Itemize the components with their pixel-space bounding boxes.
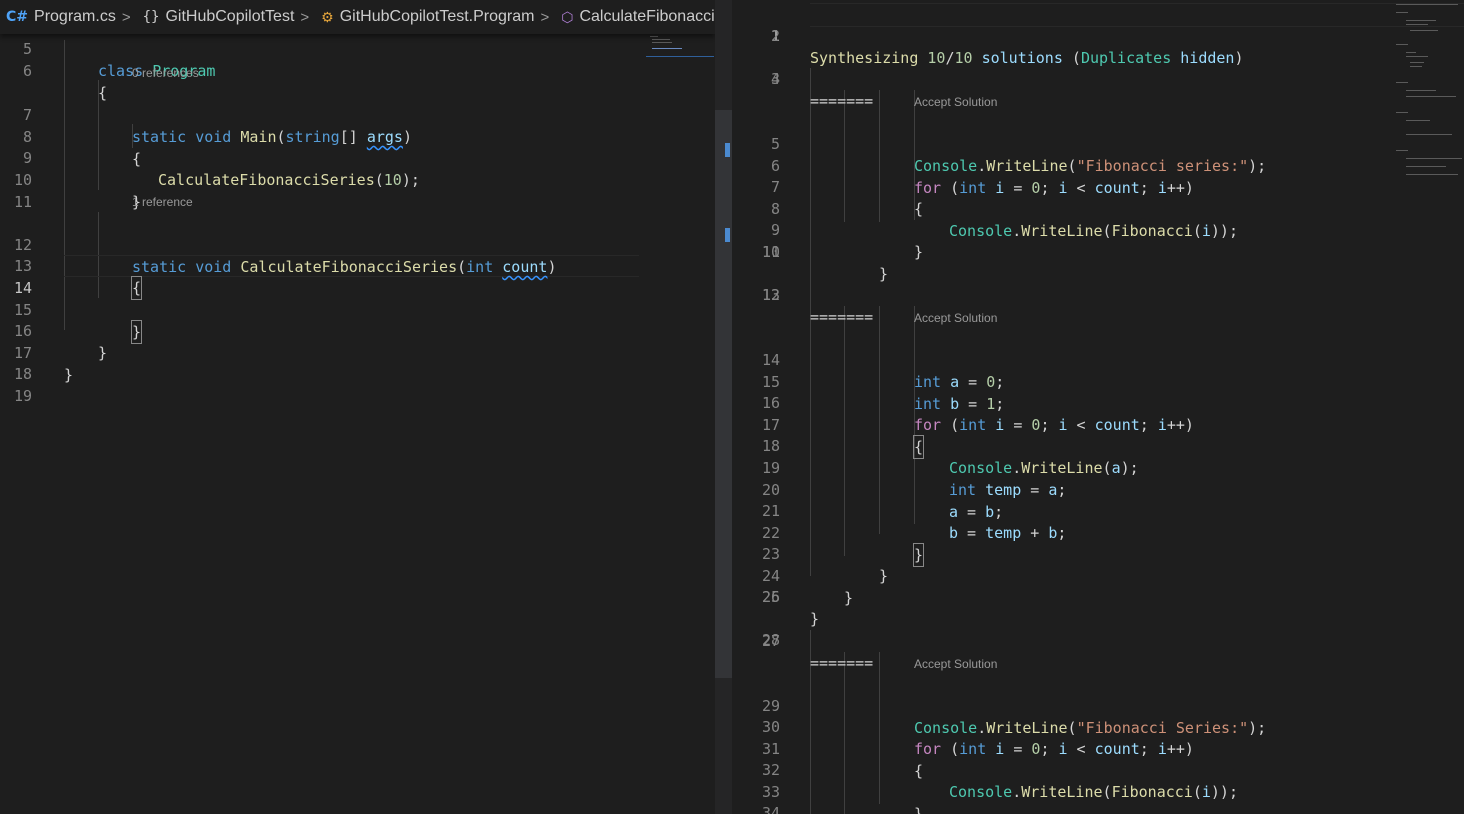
vertical-scrollbar[interactable] bbox=[715, 0, 732, 814]
line-number: 4 bbox=[770, 70, 780, 88]
minimap[interactable] bbox=[1392, 0, 1464, 190]
code-line[interactable]: 7 static void Main(string[] args) bbox=[0, 82, 715, 146]
solution-separator: ======= bbox=[810, 308, 874, 326]
line-number: 2 bbox=[770, 27, 780, 45]
copilot-solutions-panel[interactable]: 1 Synthesizing 10/10 solutions (Duplicat… bbox=[732, 0, 1464, 814]
line-number: 28 bbox=[761, 631, 780, 649]
chevron-right-icon: > bbox=[300, 8, 310, 26]
code-line: 1 Synthesizing 10/10 solutions (Duplicat… bbox=[732, 3, 1464, 67]
breadcrumb-namespace[interactable]: {} GitHubCopilotTest bbox=[137, 8, 295, 26]
code-line[interactable]: 13 { bbox=[0, 233, 715, 300]
code-line[interactable]: 17 } bbox=[0, 320, 715, 384]
line-number: 6 bbox=[22, 62, 32, 80]
code-line[interactable]: 12 static void CalculateFibonacciSeries(… bbox=[0, 212, 715, 276]
left-editor[interactable]: 5 class Program 6 { 0 references 7 stati… bbox=[0, 0, 715, 814]
namespace-braces-icon: {} bbox=[142, 9, 160, 25]
code-line[interactable]: 16 } bbox=[0, 298, 715, 362]
line-number: 11 bbox=[761, 243, 780, 261]
code-line[interactable]: 11 bbox=[0, 169, 715, 211]
class-icon: ⚙ bbox=[321, 8, 334, 25]
codelens-references[interactable]: 0 references bbox=[132, 65, 199, 81]
scrollbar-thumb[interactable] bbox=[715, 110, 732, 678]
accept-solution-link[interactable]: Accept Solution bbox=[914, 94, 997, 110]
code-line[interactable]: 10 } bbox=[0, 147, 715, 211]
code-line[interactable]: 19 bbox=[0, 363, 715, 405]
breadcrumb: C# Program.cs > {} GitHubCopilotTest > ⚙… bbox=[0, 0, 715, 34]
code-line[interactable]: 9 CalculateFibonacciSeries(10); bbox=[0, 125, 715, 189]
accept-solution-link[interactable]: Accept Solution bbox=[914, 310, 997, 326]
line-number: 19 bbox=[13, 387, 32, 405]
line-number: 13 bbox=[761, 286, 780, 304]
minimap[interactable] bbox=[646, 30, 714, 70]
accept-solution-link[interactable]: Accept Solution bbox=[914, 656, 997, 672]
chevron-right-icon: > bbox=[121, 8, 131, 26]
solution-separator: ======= bbox=[810, 92, 874, 110]
breadcrumb-class[interactable]: ⚙ GitHubCopilotTest.Program bbox=[315, 8, 534, 26]
scroll-marker bbox=[725, 228, 730, 242]
solution-separator: ======= bbox=[810, 654, 874, 672]
chevron-right-icon: > bbox=[540, 8, 550, 26]
code-line[interactable]: 6 { bbox=[0, 38, 715, 102]
codelens-references[interactable]: 1 reference bbox=[132, 194, 193, 210]
breadcrumb-file[interactable]: C# Program.cs bbox=[0, 8, 116, 26]
code-line[interactable]: 8 { bbox=[0, 104, 715, 168]
line-number: 11 bbox=[13, 193, 32, 211]
csharp-file-icon: C# bbox=[6, 9, 29, 25]
scroll-marker bbox=[725, 143, 730, 157]
breadcrumb-method[interactable]: ⬡ CalculateFibonacciSeries bbox=[555, 8, 715, 26]
code-line[interactable]: 15 } bbox=[0, 277, 715, 344]
method-cube-icon: ⬡ bbox=[561, 8, 574, 25]
code-line[interactable]: 14 bbox=[0, 255, 715, 297]
code-line[interactable]: 18 bbox=[0, 341, 715, 383]
line-number: 26 bbox=[761, 588, 780, 606]
